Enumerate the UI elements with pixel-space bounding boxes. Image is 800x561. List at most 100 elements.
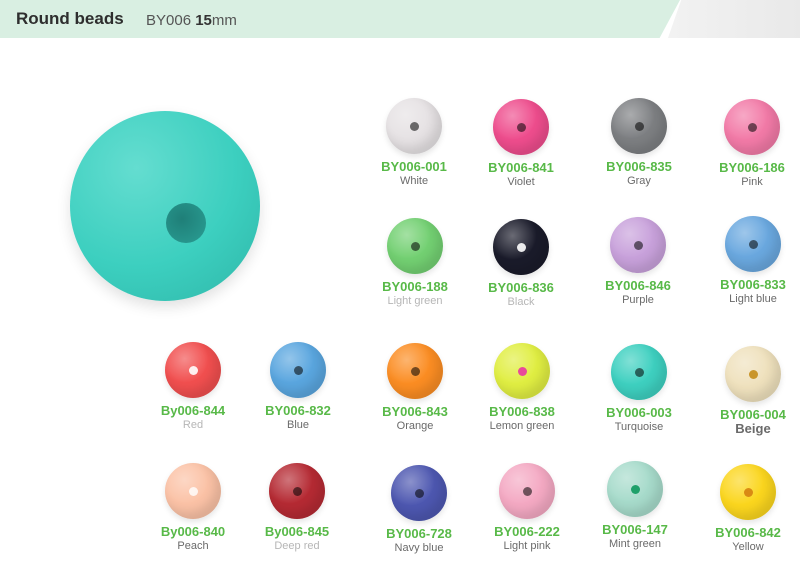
bead-code: By006-840 [160, 524, 226, 539]
bead-code: BY006-846 [605, 278, 671, 293]
bead-name: Purple [622, 294, 654, 306]
bead-swatch [725, 216, 781, 272]
bead-mint-green: BY006-147 Mint green [580, 461, 690, 551]
bead-name: Pink [741, 176, 763, 188]
bead-swatch [493, 219, 549, 275]
bead-code: BY006-147 [602, 522, 668, 537]
bead-white: BY006-001 White [359, 98, 469, 188]
bead-orange: BY006-843 Orange [360, 343, 470, 433]
bead-name: Red [182, 419, 204, 431]
bead-name: White [399, 175, 429, 187]
bead-hole [410, 122, 419, 131]
bead-swatch [499, 463, 555, 519]
bead-name: Yellow [732, 541, 764, 553]
bead-beige: BY006-004 Beige [698, 346, 800, 436]
bead-name: Light green [387, 295, 443, 307]
bead-swatch [387, 343, 443, 399]
bead-swatch [165, 342, 221, 398]
bead-code: BY006-003 [606, 405, 672, 420]
bead-navy-blue: BY006-728 Navy blue [364, 465, 474, 555]
code-prefix: BY006 [146, 12, 192, 29]
bead-hole [523, 487, 532, 496]
bead-hole [749, 370, 758, 379]
bead-swatch [269, 463, 325, 519]
bead-hole [411, 367, 420, 376]
bead-peach: By006-840 Peach [138, 463, 248, 553]
bead-name: Turquoise [614, 421, 664, 433]
bead-name: Beige [735, 421, 771, 436]
bead-swatch [610, 217, 666, 273]
bead-code: BY006-188 [382, 279, 448, 294]
bead-hole [517, 123, 526, 132]
bead-swatch [611, 344, 667, 400]
bead-code: BY006-836 [488, 280, 554, 295]
bead-hole [631, 485, 640, 494]
bead-name: Light blue [729, 293, 777, 305]
bead-swatch [493, 99, 549, 155]
bead-code: BY006-842 [715, 525, 781, 540]
bead-code: BY006-222 [494, 524, 560, 539]
bead-name: Black [507, 296, 535, 308]
bead-turquoise: BY006-003 Turquoise [584, 344, 694, 434]
bead-name: Deep red [274, 540, 320, 552]
hero-bead-hole [166, 203, 206, 243]
bead-hole [635, 122, 644, 131]
hero-bead-image [70, 111, 260, 301]
bead-lemon-green: BY006-838 Lemon green [467, 343, 577, 433]
bead-name: Mint green [609, 538, 661, 550]
bead-code: BY006-835 [606, 159, 672, 174]
bead-gray: BY006-835 Gray [584, 98, 694, 188]
bead-name: Lemon green [489, 420, 555, 432]
bead-name: Blue [286, 419, 310, 431]
bead-blue: BY006-832 Blue [243, 342, 353, 432]
bead-code: By006-844 [160, 403, 226, 418]
bead-hole [189, 487, 198, 496]
bead-code: BY006-001 [381, 159, 447, 174]
size-value: 15 [195, 12, 212, 29]
bead-swatch [607, 461, 663, 517]
bead-pink: BY006-186 Pink [697, 99, 800, 189]
bead-code: BY006-838 [489, 404, 555, 419]
bead-swatch [725, 346, 781, 402]
bead-swatch [165, 463, 221, 519]
bead-hole [189, 366, 198, 375]
bead-hole [744, 488, 753, 497]
bead-code: BY006-728 [386, 526, 452, 541]
bead-name: Orange [396, 420, 434, 432]
bead-hole [748, 123, 757, 132]
bead-swatch [387, 218, 443, 274]
bead-hole [635, 368, 644, 377]
bead-code: BY006-841 [488, 160, 554, 175]
bead-hole [415, 489, 424, 498]
bead-name: Light pink [503, 540, 551, 552]
bead-deep-red: By006-845 Deep red [242, 463, 352, 553]
header-accent [668, 0, 800, 38]
bead-code: BY006-186 [719, 160, 785, 175]
bead-hole [411, 242, 420, 251]
bead-swatch [724, 99, 780, 155]
bead-hole [634, 241, 643, 250]
product-code: BY006 15mm [146, 12, 237, 29]
bead-swatch [720, 464, 776, 520]
bead-light-pink: BY006-222 Light pink [472, 463, 582, 553]
bead-code: BY006-833 [720, 277, 786, 292]
bead-hole [294, 366, 303, 375]
bead-purple: BY006-846 Purple [583, 217, 693, 307]
size-unit: mm [211, 12, 237, 29]
bead-name: Navy blue [394, 542, 444, 554]
bead-swatch [386, 98, 442, 154]
bead-red: By006-844 Red [138, 342, 248, 432]
bead-black: BY006-836 Black [466, 219, 576, 309]
bead-hole [293, 487, 302, 496]
bead-swatch [270, 342, 326, 398]
bead-code: BY006-004 [720, 407, 786, 422]
bead-name: Peach [177, 540, 209, 552]
bead-hole [517, 243, 526, 252]
bead-violet: BY006-841 Violet [466, 99, 576, 189]
bead-code: BY006-843 [382, 404, 448, 419]
bead-light-green: BY006-188 Light green [360, 218, 470, 308]
bead-hole [749, 240, 758, 249]
bead-name: Gray [627, 175, 651, 187]
bead-code: By006-845 [264, 524, 330, 539]
page-title: Round beads [16, 9, 124, 28]
